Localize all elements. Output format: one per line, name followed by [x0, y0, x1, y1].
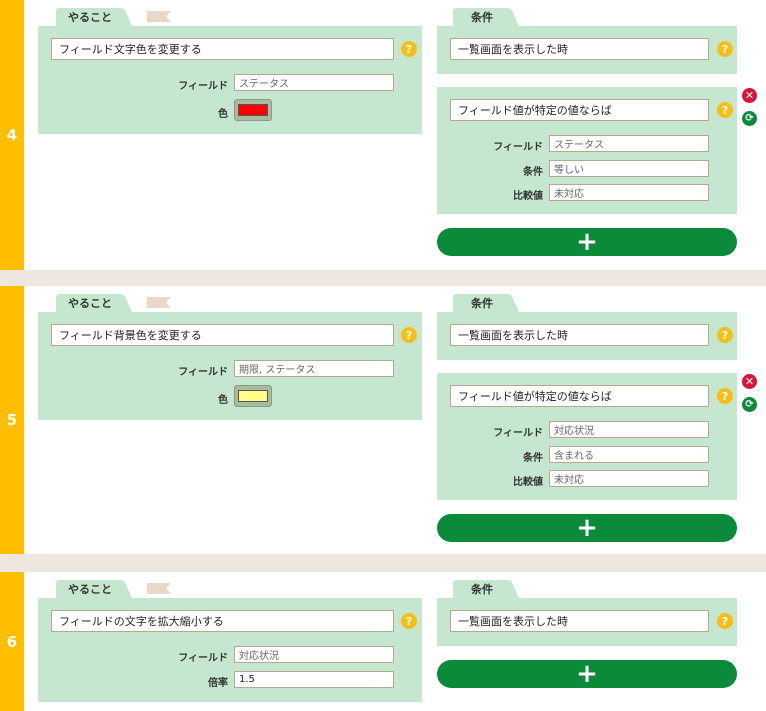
action-select[interactable]: フィールド背景色を変更する — [51, 324, 394, 346]
delete-icon[interactable]: ✕ — [742, 88, 757, 103]
action-panel: フィールド文字色を変更する ? フィールド ステータス 色 — [38, 26, 422, 134]
cf-cond-label: 条件 — [523, 167, 543, 178]
refresh-icon[interactable]: ⟳ — [742, 111, 757, 126]
field-label: フィールド — [178, 367, 228, 378]
condition-select[interactable]: フィールド値が特定の値ならば — [450, 385, 709, 407]
color-label: 色 — [218, 109, 228, 120]
condition-select[interactable]: 一覧画面を表示した時 — [450, 610, 709, 632]
cf-compare-input[interactable]: 未対応 — [549, 184, 709, 201]
plus-icon: + — [576, 513, 598, 543]
help-icon[interactable]: ? — [717, 613, 733, 629]
rule-number: 4 — [0, 0, 24, 270]
action-select[interactable]: フィールドの文字を拡大縮小する — [51, 610, 394, 632]
cf-field-input[interactable]: ステータス — [549, 135, 709, 152]
help-icon[interactable]: ? — [717, 327, 733, 343]
help-icon[interactable]: ? — [401, 41, 417, 57]
condition-panel: 一覧画面を表示した時 ? — [437, 26, 737, 74]
cf-field-input[interactable]: 対応状況 — [549, 421, 709, 438]
field-input[interactable]: 対応状況 — [234, 646, 394, 663]
help-icon[interactable]: ? — [717, 41, 733, 57]
color-swatch — [238, 390, 268, 402]
help-icon[interactable]: ? — [717, 388, 733, 404]
action-panel: フィールド背景色を変更する ? フィールド 期限, ステータス 色 — [38, 312, 422, 420]
cf-cond-input[interactable]: 含まれる — [549, 446, 709, 463]
color-picker[interactable] — [234, 385, 272, 407]
cf-compare-label: 比較値 — [513, 477, 543, 488]
rule-row-6: 6 やること フィールドの文字を拡大縮小する ? フィールド 対応状況 倍率 1… — [0, 572, 766, 711]
rule-row-4: 4 やること フィールド文字色を変更する ? フィールド ステータス 色 条件 … — [0, 0, 766, 270]
action-panel: フィールドの文字を拡大縮小する ? フィールド 対応状況 倍率 1.5 — [38, 598, 422, 702]
plus-icon: + — [576, 227, 598, 257]
delete-icon[interactable]: ✕ — [742, 374, 757, 389]
field-input[interactable]: 期限, ステータス — [234, 360, 394, 377]
condition-tab: 条件 — [453, 8, 519, 26]
color-swatch — [238, 104, 268, 116]
condition-panel: 一覧画面を表示した時 ? — [437, 312, 737, 360]
plus-icon: + — [576, 659, 598, 689]
cf-cond-label: 条件 — [523, 453, 543, 464]
help-icon[interactable]: ? — [717, 102, 733, 118]
flag-icon — [147, 11, 171, 22]
field-label: フィールド — [178, 653, 228, 664]
field-input[interactable]: ステータス — [234, 74, 394, 91]
cf-cond-input[interactable]: 等しい — [549, 160, 709, 177]
condition-panel-2: フィールド値が特定の値ならば ? フィールド ステータス 条件 等しい 比較値 … — [437, 87, 737, 214]
condition-select[interactable]: 一覧画面を表示した時 — [450, 38, 709, 60]
cf-field-label: フィールド — [493, 428, 543, 439]
rule-number: 6 — [0, 572, 24, 711]
flag-icon — [147, 583, 171, 594]
action-tab: やること — [56, 580, 132, 598]
condition-tab: 条件 — [453, 294, 519, 312]
rule-row-5: 5 やること フィールド背景色を変更する ? フィールド 期限, ステータス 色… — [0, 286, 766, 554]
action-tab: やること — [56, 294, 132, 312]
field-label: フィールド — [178, 81, 228, 92]
refresh-icon[interactable]: ⟳ — [742, 397, 757, 412]
help-icon[interactable]: ? — [401, 613, 417, 629]
cf-compare-input[interactable]: 未対応 — [549, 470, 709, 487]
condition-select[interactable]: フィールド値が特定の値ならば — [450, 99, 709, 121]
action-select[interactable]: フィールド文字色を変更する — [51, 38, 394, 60]
rule-number: 5 — [0, 286, 24, 554]
cf-field-label: フィールド — [493, 142, 543, 153]
add-condition-button[interactable]: + — [437, 660, 737, 688]
condition-panel: 一覧画面を表示した時 ? — [437, 598, 737, 646]
help-icon[interactable]: ? — [401, 327, 417, 343]
condition-select[interactable]: 一覧画面を表示した時 — [450, 324, 709, 346]
add-condition-button[interactable]: + — [437, 228, 737, 256]
color-label: 色 — [218, 395, 228, 406]
color-picker[interactable] — [234, 99, 272, 121]
add-condition-button[interactable]: + — [437, 514, 737, 542]
action-tab: やること — [56, 8, 132, 26]
cf-compare-label: 比較値 — [513, 191, 543, 202]
rate-input[interactable]: 1.5 — [234, 671, 394, 688]
flag-icon — [147, 297, 171, 308]
condition-tab: 条件 — [453, 580, 519, 598]
rate-label: 倍率 — [208, 678, 228, 689]
condition-panel-2: フィールド値が特定の値ならば ? フィールド 対応状況 条件 含まれる 比較値 … — [437, 373, 737, 500]
